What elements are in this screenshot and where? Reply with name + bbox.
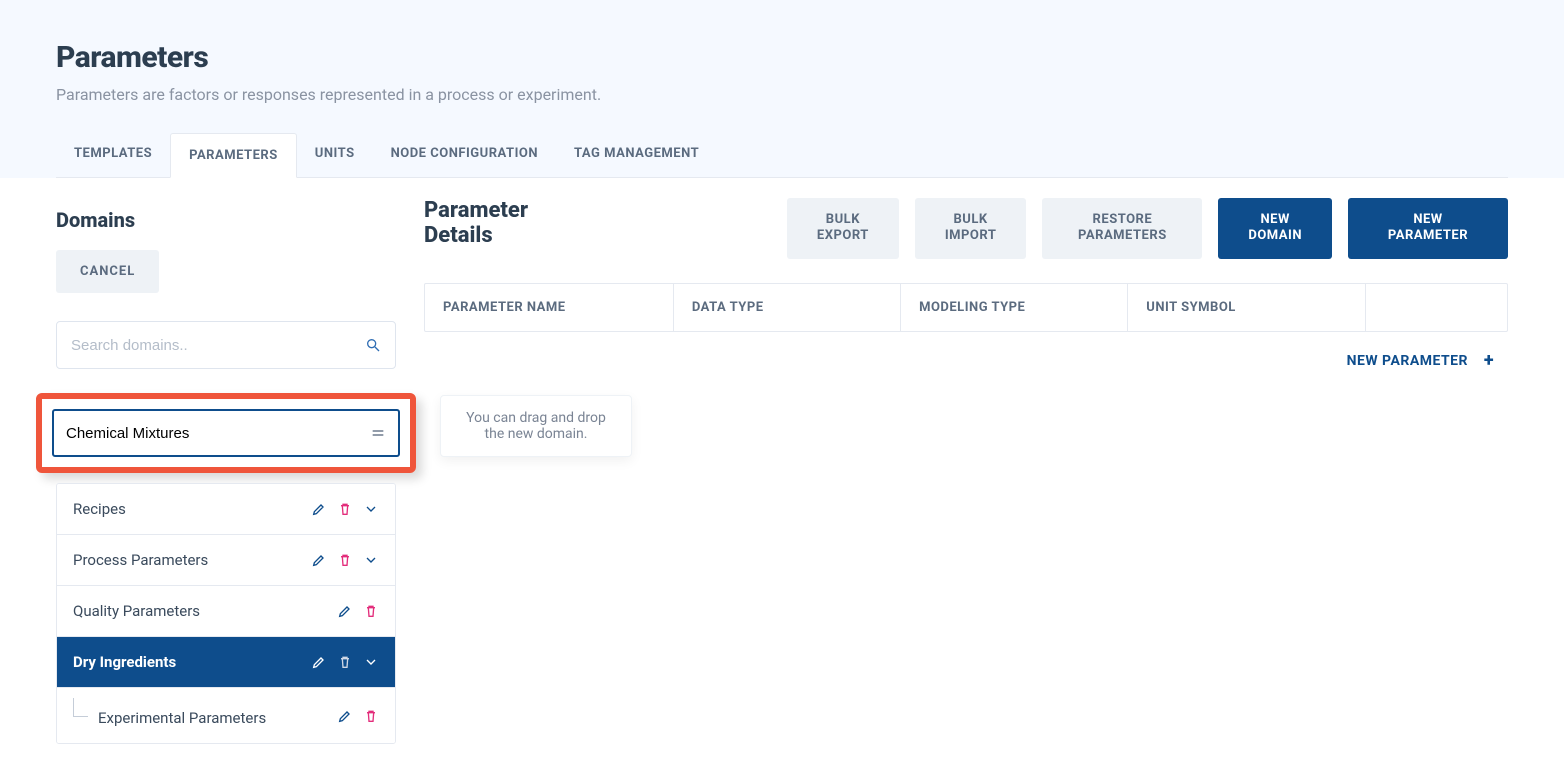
- domain-row-label: Quality Parameters: [73, 602, 200, 620]
- plus-icon: +: [1480, 350, 1498, 371]
- col-modeling-type[interactable]: MODELING TYPE: [901, 284, 1128, 331]
- tab-node-configuration[interactable]: NODE CONFIGURATION: [373, 132, 556, 177]
- bulk-export-button[interactable]: BULK EXPORT: [787, 198, 899, 259]
- trash-icon[interactable]: [337, 501, 353, 517]
- trash-icon[interactable]: [363, 603, 379, 619]
- page-subtitle: Parameters are factors or responses repr…: [56, 85, 1508, 104]
- chevron-down-icon[interactable]: [363, 501, 379, 517]
- domain-row-recipes[interactable]: Recipes: [57, 484, 395, 535]
- page-title: Parameters: [56, 40, 1508, 75]
- trash-icon[interactable]: [363, 708, 379, 724]
- cancel-button[interactable]: CANCEL: [56, 250, 159, 293]
- parameter-table: PARAMETER NAME DATA TYPE MODELING TYPE U…: [424, 283, 1508, 332]
- new-domain-input[interactable]: [66, 425, 370, 442]
- domain-row-process-parameters[interactable]: Process Parameters: [57, 535, 395, 586]
- parameter-details-heading: Parameter Details: [424, 198, 594, 249]
- search-icon[interactable]: [365, 337, 381, 353]
- restore-parameters-button[interactable]: RESTORE PARAMETERS: [1042, 198, 1202, 259]
- domain-row-label: Dry Ingredients: [73, 653, 176, 671]
- bulk-import-button[interactable]: BULK IMPORT: [915, 198, 1027, 259]
- chevron-down-icon[interactable]: [363, 654, 379, 670]
- edit-icon[interactable]: [311, 501, 327, 517]
- search-domains-input[interactable]: [71, 337, 365, 354]
- domain-row-experimental-parameters[interactable]: Experimental Parameters: [57, 688, 395, 743]
- chevron-down-icon[interactable]: [363, 552, 379, 568]
- domain-list: Recipes Process Parameters: [56, 483, 396, 744]
- new-domain-input-wrap[interactable]: [52, 409, 400, 457]
- trash-icon[interactable]: [337, 654, 353, 670]
- domains-heading: Domains: [56, 208, 396, 232]
- edit-icon[interactable]: [311, 552, 327, 568]
- edit-icon[interactable]: [311, 654, 327, 670]
- drag-handle-icon[interactable]: [370, 425, 386, 441]
- domain-row-label: Recipes: [73, 500, 126, 518]
- domain-row-dry-ingredients[interactable]: Dry Ingredients: [57, 637, 395, 688]
- domain-row-label: Experimental Parameters: [73, 704, 266, 727]
- new-domain-highlight: [36, 393, 416, 473]
- search-domains-field[interactable]: [56, 321, 396, 369]
- domain-row-label: Process Parameters: [73, 551, 208, 569]
- trash-icon[interactable]: [337, 552, 353, 568]
- parameter-table-header: PARAMETER NAME DATA TYPE MODELING TYPE U…: [425, 284, 1507, 331]
- tabbar: TEMPLATES PARAMETERS UNITS NODE CONFIGUR…: [56, 132, 1508, 178]
- edit-icon[interactable]: [337, 603, 353, 619]
- col-actions: [1366, 284, 1507, 331]
- new-parameter-link-label: NEW PARAMETER: [1347, 353, 1468, 369]
- tab-parameters[interactable]: PARAMETERS: [170, 133, 297, 178]
- drag-drop-tooltip: You can drag and drop the new domain.: [440, 395, 632, 457]
- new-parameter-button[interactable]: NEW PARAMETER: [1348, 198, 1508, 259]
- col-parameter-name[interactable]: PARAMETER NAME: [425, 284, 674, 331]
- tab-units[interactable]: UNITS: [297, 132, 373, 177]
- tab-templates[interactable]: TEMPLATES: [56, 132, 170, 177]
- new-parameter-link[interactable]: NEW PARAMETER +: [424, 332, 1508, 371]
- edit-icon[interactable]: [337, 708, 353, 724]
- new-domain-button[interactable]: NEW DOMAIN: [1218, 198, 1332, 259]
- tab-tag-management[interactable]: TAG MANAGEMENT: [556, 132, 717, 177]
- domain-row-quality-parameters[interactable]: Quality Parameters: [57, 586, 395, 637]
- col-unit-symbol[interactable]: UNIT SYMBOL: [1128, 284, 1366, 331]
- col-data-type[interactable]: DATA TYPE: [674, 284, 901, 331]
